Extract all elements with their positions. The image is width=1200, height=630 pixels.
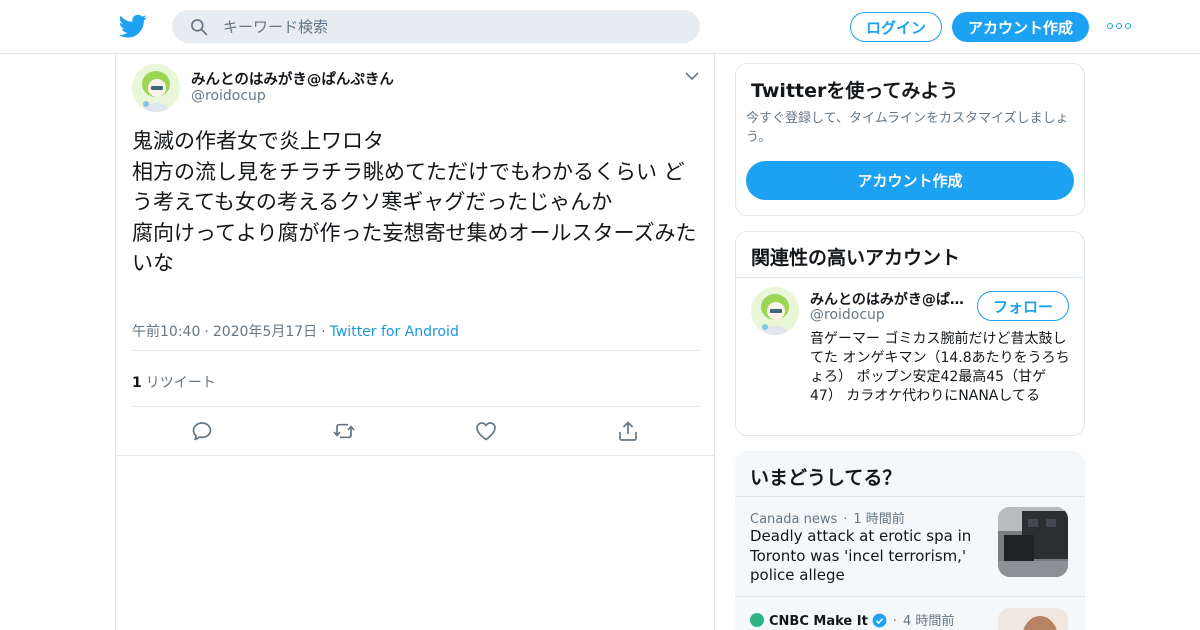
tweet-text: 鬼滅の作者女で炎上ワロタ 相方の流し見をチラチラ眺めてただけでもわかるくらい ど… [132,129,697,275]
tweet-date[interactable]: 2020年5月17日 [213,324,317,340]
trend-thumbnail-image[interactable] [998,507,1068,577]
retweet-label: リツイート [145,375,216,391]
verified-badge-icon [872,613,887,628]
trend-meta: CNBC Make It · 4 時間前 [750,610,954,629]
more-options-icon[interactable] [1107,21,1131,31]
trend-meta: Canada news · 1 時間前 [750,512,905,527]
tweet-time[interactable]: 午前10:40 [132,324,200,340]
tweet-column: みんとのはみがき@ぱんぷきん @roidocup 鬼滅の作者女で炎上ワロタ 相方… [115,54,715,630]
related-account-name[interactable]: みんとのはみがき@ぱんぷきん [810,289,965,309]
signup-button[interactable]: アカウント作成 [952,12,1089,42]
tweet-author-name[interactable]: みんとのはみがき@ぱんぷきん [191,68,394,89]
signup-card: Twitterを使ってみよう 今すぐ登録して、タイムラインをカスタマイズしましょ… [735,63,1085,216]
related-account-bio: 音ゲーマー ゴミカス腕前だけど昔太鼓してた オンゲキマン（14.8あたりをうろち… [810,331,1070,404]
search-icon [191,18,208,35]
signup-card-title: Twitterを使ってみよう [751,80,959,102]
trends-card: いまどうしてる？ Canada news · 1 時間前 Deadly attack… [735,451,1085,630]
signup-card-description: 今すぐ登録して、タイムラインをカスタマイズしましょう。 [746,111,1069,145]
twitter-bird-logo-icon[interactable] [119,12,147,40]
heart-icon[interactable] [474,419,498,443]
trend-time: 1 時間前 [853,512,905,527]
trend-category: CNBC Make It [769,614,868,629]
avatar[interactable] [751,287,799,335]
tweet-actions [132,419,700,443]
divider [116,455,714,456]
retweet-stats[interactable]: 1 リツイート [132,372,216,392]
share-icon[interactable] [616,419,640,443]
trend-category: Canada news [750,512,838,527]
retweet-count: 1 [132,375,142,391]
tweet-source-link[interactable]: Twitter for Android [330,324,459,340]
related-accounts-title: 関連性の高いアカウント [751,247,961,269]
cnbc-logo-icon [750,613,764,627]
reply-icon[interactable] [190,419,214,443]
avatar[interactable] [132,64,180,112]
follow-button[interactable]: フォロー [977,291,1069,321]
login-button[interactable]: ログイン [850,12,942,42]
divider [132,406,700,407]
trend-headline[interactable]: Deadly attack at erotic spa in Toronto w… [750,527,990,586]
divider [735,596,1085,597]
trend-time: 4 時間前 [902,614,955,629]
trend-thumbnail-image[interactable] [998,608,1068,630]
tweet-author-handle[interactable]: @roidocup [191,88,266,104]
divider [735,496,1085,497]
search-box[interactable] [172,10,700,43]
divider [132,350,700,351]
tweet-metadata: 午前10:40 · 2020年5月17日 · Twitter for Android [132,324,459,340]
retweet-icon[interactable] [332,419,356,443]
divider [736,277,1084,278]
related-accounts-card: 関連性の高いアカウント みんとのはみがき@ぱんぷきん @roidocup フォロ… [735,231,1085,436]
search-input[interactable] [223,17,663,36]
signup-card-button[interactable]: アカウント作成 [746,161,1074,200]
top-navigation-bar: ログイン アカウント作成 [0,0,1200,54]
trends-title: いまどうしてる？ [750,467,902,489]
chevron-down-icon[interactable] [684,70,700,82]
related-account-handle[interactable]: @roidocup [810,307,885,323]
